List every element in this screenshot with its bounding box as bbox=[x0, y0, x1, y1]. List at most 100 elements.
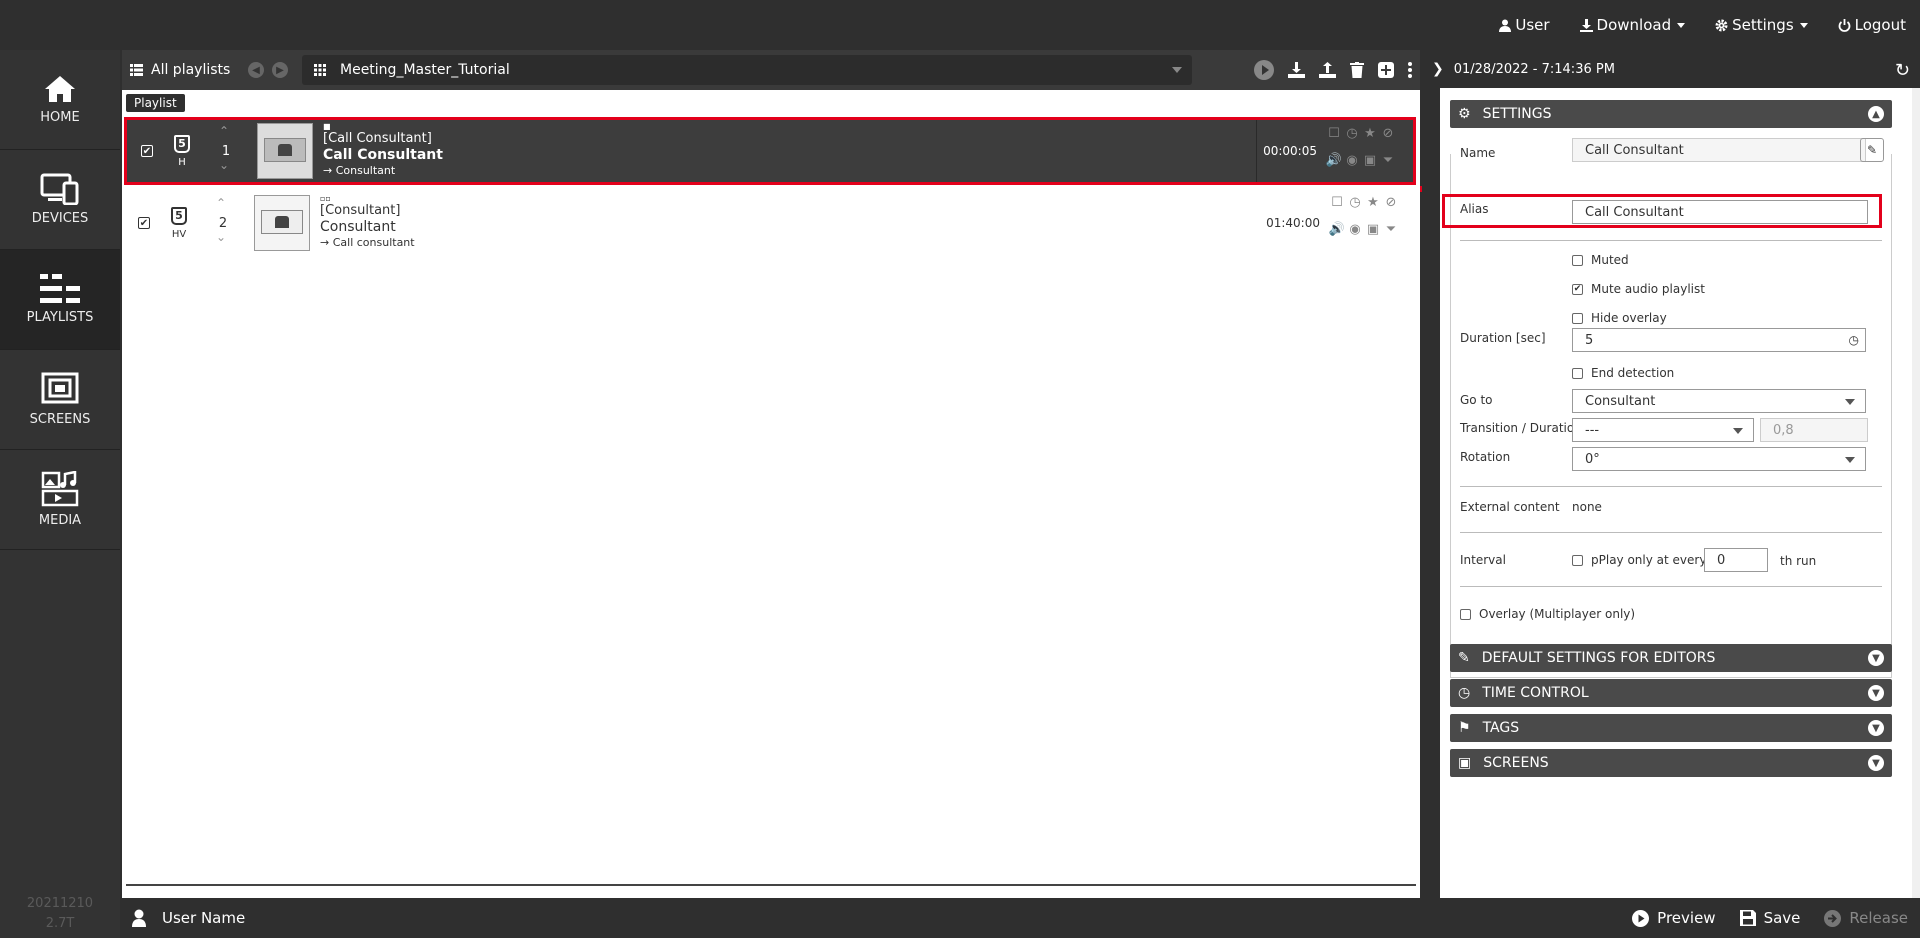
time-control-section-header[interactable]: ◷ TIME CONTROL ▼ bbox=[1450, 679, 1892, 707]
user-icon bbox=[1499, 19, 1512, 32]
clock-icon: ◷ bbox=[1848, 333, 1859, 347]
sidebar-item-playlists[interactable]: PLAYLISTS bbox=[0, 250, 120, 350]
release-button[interactable]: Release bbox=[1824, 909, 1908, 927]
settings-menu[interactable]: Settings bbox=[1715, 16, 1808, 34]
all-playlists-label: All playlists bbox=[151, 62, 231, 78]
more-vertical-icon[interactable] bbox=[1408, 62, 1412, 78]
clock-icon[interactable]: ◷ bbox=[1343, 126, 1361, 141]
volume-icon[interactable]: 🔊 bbox=[1325, 153, 1343, 168]
playlist-row[interactable]: ✔ 5 H 1 ■ [Call Consultant] Call Consult… bbox=[124, 117, 1416, 185]
playlist-tooltip: Playlist bbox=[126, 94, 185, 112]
all-playlists-link[interactable]: All playlists bbox=[122, 62, 242, 78]
add-icon[interactable] bbox=[1378, 62, 1394, 78]
copy-icon[interactable]: ▣ bbox=[1364, 222, 1382, 237]
interval-option[interactable]: pPlay only at every bbox=[1572, 553, 1706, 567]
datetime: 01/28/2022 - 7:14:36 PM bbox=[1453, 61, 1615, 77]
sidebar-item-devices[interactable]: DEVICES bbox=[0, 150, 120, 250]
ban-icon[interactable]: ⊘ bbox=[1379, 126, 1397, 141]
end-detection-checkbox[interactable] bbox=[1572, 367, 1583, 379]
interval-checkbox[interactable] bbox=[1572, 554, 1583, 566]
chevron-down-icon bbox=[1845, 399, 1855, 405]
settings-section-header[interactable]: ⚙ SETTINGS ▲ bbox=[1450, 100, 1892, 128]
playlist-row[interactable]: ✔ 5 HV 2 ▫▫ [Consultant] Consultant → Ca… bbox=[124, 189, 1416, 257]
goto-select[interactable]: Consultant bbox=[1572, 389, 1866, 413]
tags-section-header[interactable]: ⚑ TAGS ▼ bbox=[1450, 714, 1892, 742]
transition-select[interactable]: --- bbox=[1572, 418, 1754, 442]
unlock-icon[interactable]: ☐ bbox=[1325, 126, 1343, 141]
upload-icon[interactable] bbox=[1319, 62, 1336, 78]
filter-icon[interactable]: ⏷ bbox=[1379, 153, 1397, 168]
divider bbox=[1460, 486, 1882, 487]
playlist-actions bbox=[1254, 50, 1412, 90]
playlist-select-value: Meeting_Master_Tutorial bbox=[340, 62, 510, 78]
mute-audio-option[interactable]: ✔ Mute audio playlist bbox=[1572, 282, 1705, 296]
properties-header: ❯ 01/28/2022 - 7:14:36 PM ↻ bbox=[1422, 50, 1920, 88]
row-index[interactable]: 1 bbox=[211, 124, 241, 172]
play-icon[interactable] bbox=[1254, 60, 1274, 80]
row-checkbox[interactable]: ✔ bbox=[141, 145, 153, 157]
interval-field[interactable]: 0 bbox=[1704, 548, 1768, 572]
forward-icon[interactable]: ▶ bbox=[272, 62, 288, 78]
end-detection-option[interactable]: End detection bbox=[1572, 366, 1674, 380]
screens-section-header[interactable]: ▣ SCREENS ▼ bbox=[1450, 749, 1892, 777]
screens-icon bbox=[41, 372, 79, 404]
alias-field[interactable]: Call Consultant bbox=[1572, 200, 1868, 224]
row-checkbox[interactable]: ✔ bbox=[138, 217, 150, 229]
back-icon[interactable]: ◀ bbox=[248, 62, 264, 78]
info-icon[interactable]: ◉ bbox=[1346, 222, 1364, 237]
section-title: DEFAULT SETTINGS FOR EDITORS bbox=[1481, 650, 1716, 666]
trash-icon[interactable] bbox=[1350, 62, 1364, 78]
unlock-icon[interactable]: ☐ bbox=[1328, 195, 1346, 210]
volume-icon[interactable]: 🔊 bbox=[1328, 222, 1346, 237]
clock-icon: ◷ bbox=[1458, 685, 1471, 701]
overlay-multiplayer-option[interactable]: Overlay (Multiplayer only) bbox=[1460, 607, 1635, 621]
muted-checkbox[interactable] bbox=[1572, 254, 1583, 266]
hide-overlay-option[interactable]: Hide overlay bbox=[1572, 311, 1667, 325]
sidebar-item-home[interactable]: HOME bbox=[0, 50, 120, 150]
mute-audio-checkbox[interactable]: ✔ bbox=[1572, 283, 1583, 295]
rotation-select[interactable]: 0° bbox=[1572, 447, 1866, 471]
name-field[interactable]: Call Consultant bbox=[1572, 138, 1866, 162]
divider bbox=[126, 884, 1416, 886]
ban-icon[interactable]: ⊘ bbox=[1382, 195, 1400, 210]
copy-icon[interactable]: ▣ bbox=[1361, 153, 1379, 168]
download-icon[interactable] bbox=[1288, 62, 1305, 78]
html5-icon: 5 HV bbox=[166, 206, 192, 240]
muted-option[interactable]: Muted bbox=[1572, 253, 1629, 267]
refresh-icon[interactable]: ↻ bbox=[1895, 60, 1910, 81]
section-title: TIME CONTROL bbox=[1482, 685, 1589, 701]
row-index[interactable]: 2 bbox=[208, 196, 238, 244]
preview-button[interactable]: Preview bbox=[1632, 909, 1716, 927]
filter-icon[interactable]: ⏷ bbox=[1382, 222, 1400, 237]
clock-icon[interactable]: ◷ bbox=[1346, 195, 1364, 210]
transition-duration-field[interactable]: 0,8 bbox=[1760, 418, 1868, 442]
devices-icon bbox=[40, 173, 79, 205]
overlay-multiplayer-checkbox[interactable] bbox=[1460, 608, 1471, 620]
html5-icon: 5 H bbox=[169, 134, 195, 168]
chevron-right-icon[interactable]: ❯ bbox=[1432, 61, 1444, 77]
star-icon[interactable]: ★ bbox=[1361, 126, 1379, 141]
default-settings-section-header[interactable]: ✎ DEFAULT SETTINGS FOR EDITORS ▼ bbox=[1450, 644, 1892, 672]
sidebar-item-media[interactable]: MEDIA bbox=[0, 450, 120, 550]
playlist-panel: All playlists ◀ ▶ Meeting_Master_Tutoria… bbox=[122, 50, 1420, 898]
info-icon[interactable]: ◉ bbox=[1343, 153, 1361, 168]
playlist-select[interactable]: Meeting_Master_Tutorial bbox=[302, 55, 1192, 85]
row-name: Call Consultant bbox=[323, 147, 443, 163]
row-icons: ☐ ◷ ★ ⊘ 🔊 ◉ ▣ ⏷ bbox=[1325, 126, 1397, 168]
section-title: SETTINGS bbox=[1482, 106, 1552, 122]
user-menu[interactable]: User bbox=[1499, 16, 1550, 34]
scrollbar[interactable] bbox=[1912, 88, 1920, 898]
section-title: TAGS bbox=[1482, 720, 1520, 736]
chevron-down-icon bbox=[1733, 428, 1743, 434]
properties-panel: ❯ 01/28/2022 - 7:14:36 PM ↻ ⚙ SETTINGS ▲… bbox=[1422, 50, 1920, 898]
edit-icon[interactable]: ✎ bbox=[1860, 138, 1884, 162]
sidebar-item-screens[interactable]: SCREENS bbox=[0, 350, 120, 450]
download-menu[interactable]: Download bbox=[1579, 16, 1686, 34]
duration-field[interactable]: 5 ◷ bbox=[1572, 328, 1866, 352]
grid-icon bbox=[314, 64, 326, 76]
logout-button[interactable]: Logout bbox=[1838, 16, 1906, 34]
transition-value: --- bbox=[1585, 422, 1600, 438]
save-button[interactable]: Save bbox=[1739, 909, 1800, 927]
hide-overlay-checkbox[interactable] bbox=[1572, 312, 1583, 324]
star-icon[interactable]: ★ bbox=[1364, 195, 1382, 210]
